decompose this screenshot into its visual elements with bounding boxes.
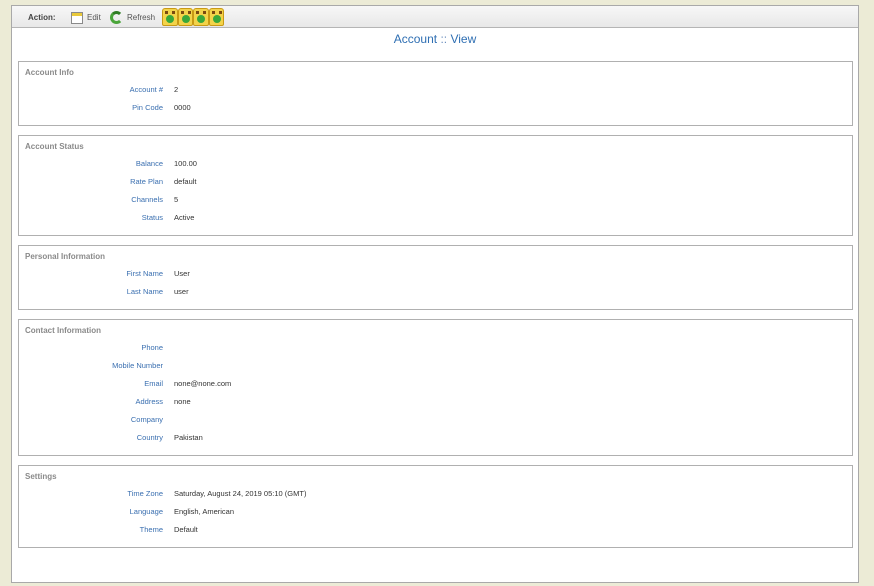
field-value: 0000 — [174, 103, 191, 112]
field-label: Address — [135, 397, 163, 406]
field-row-language: Language English, American — [19, 507, 849, 519]
refresh-button[interactable]: Refresh — [110, 9, 155, 25]
field-value: none — [174, 397, 191, 406]
field-row-status: Status Active — [19, 213, 849, 225]
field-label: Mobile Number — [112, 361, 163, 370]
personal-information-section: Personal Information First Name User Las… — [18, 245, 853, 310]
field-label: Rate Plan — [130, 177, 163, 186]
field-row-email: Email none@none.com — [19, 379, 849, 391]
page-title-section: Account — [393, 32, 438, 46]
page-title-separator: :: — [440, 32, 448, 46]
account-actions-icons[interactable] — [162, 8, 224, 26]
field-row-rate-plan: Rate Plan default — [19, 177, 849, 189]
field-label: Time Zone — [127, 489, 163, 498]
account-action-icon-4[interactable] — [208, 8, 224, 26]
field-row-address: Address none — [19, 397, 849, 409]
contact-information-legend: Contact Information — [25, 326, 101, 335]
page-title-view: View — [450, 32, 477, 46]
page-title: Account :: View — [12, 32, 858, 46]
account-action-icon-3[interactable] — [193, 8, 209, 26]
field-label: Last Name — [126, 287, 163, 296]
account-info-section: Account Info Account # 2 Pin Code 0000 — [18, 61, 853, 126]
field-value: User — [174, 269, 190, 278]
contact-information-section: Contact Information Phone Mobile Number … — [18, 319, 853, 456]
field-row-country: Country Pakistan — [19, 433, 849, 445]
field-value: Active — [174, 213, 195, 222]
field-value: default — [174, 177, 197, 186]
field-row-last-name: Last Name user — [19, 287, 849, 299]
main-frame: Action: Edit Refresh Account :: View Acc… — [11, 5, 859, 583]
action-toolbar: Action: Edit Refresh — [12, 6, 858, 28]
field-label: Channels — [131, 195, 163, 204]
field-label: Phone — [141, 343, 163, 352]
account-info-legend: Account Info — [25, 68, 74, 77]
field-label: Company — [130, 415, 163, 424]
field-value: Saturday, August 24, 2019 05:10 (GMT) — [174, 489, 307, 498]
edit-button-label: Edit — [87, 12, 101, 22]
field-row-channels: Channels 5 — [19, 195, 849, 207]
field-value: English, American — [174, 507, 235, 516]
edit-icon — [70, 11, 84, 24]
field-label: First Name — [126, 269, 163, 278]
field-value: Default — [174, 525, 198, 534]
field-value: 100.00 — [174, 159, 197, 168]
settings-legend: Settings — [25, 472, 57, 481]
edit-button[interactable]: Edit — [70, 9, 101, 25]
field-label: Country — [136, 433, 163, 442]
field-label: Pin Code — [132, 103, 163, 112]
field-row-phone: Phone — [19, 343, 849, 355]
field-value: user — [174, 287, 189, 296]
field-label: Email — [144, 379, 163, 388]
field-label: Balance — [135, 159, 163, 168]
personal-information-legend: Personal Information — [25, 252, 106, 261]
field-value: 5 — [174, 195, 179, 204]
field-row-balance: Balance 100.00 — [19, 159, 849, 171]
account-action-icon-2[interactable] — [177, 8, 193, 26]
field-label: Account # — [129, 85, 163, 94]
field-row-mobile-number: Mobile Number — [19, 361, 849, 373]
field-row-pin-code: Pin Code 0000 — [19, 103, 849, 115]
field-row-company: Company — [19, 415, 849, 427]
settings-section: Settings Time Zone Saturday, August 24, … — [18, 465, 853, 548]
action-label: Action: — [28, 13, 56, 22]
field-value: none@none.com — [174, 379, 232, 388]
field-label: Theme — [139, 525, 163, 534]
field-label: Status — [141, 213, 163, 222]
field-label: Language — [129, 507, 163, 516]
field-value: 2 — [174, 85, 179, 94]
field-row-theme: Theme Default — [19, 525, 849, 537]
field-row-account-number: Account # 2 — [19, 85, 849, 97]
field-row-first-name: First Name User — [19, 269, 849, 281]
account-action-icon-1[interactable] — [162, 8, 178, 26]
account-status-legend: Account Status — [25, 142, 84, 151]
field-row-time-zone: Time Zone Saturday, August 24, 2019 05:1… — [19, 489, 849, 501]
refresh-icon — [110, 10, 124, 24]
field-value: Pakistan — [174, 433, 203, 442]
account-status-section: Account Status Balance 100.00 Rate Plan … — [18, 135, 853, 236]
refresh-button-label: Refresh — [127, 12, 156, 22]
